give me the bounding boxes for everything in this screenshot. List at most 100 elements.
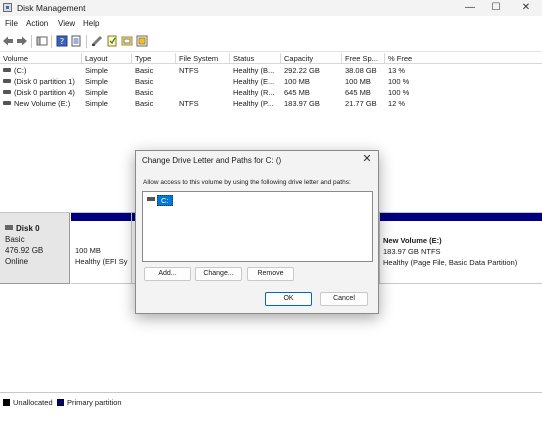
column-header-percent-free[interactable]: % Free [385,53,542,64]
free-space-cell: 645 MB [345,88,371,97]
partition-efi[interactable]: 100 MB Healthy (EFI Sy [71,213,132,284]
change-button[interactable]: Change... [195,267,242,281]
settings-icon[interactable] [136,35,148,47]
partition-bar [71,213,131,221]
legend-unallocated: Unallocated [13,398,53,407]
percent-free-cell: 100 % [388,77,410,86]
window-title: Disk Management [17,3,86,13]
toolbar-separator [31,35,32,48]
menu-view[interactable]: View [58,19,75,28]
capacity-cell: 292.22 GB [284,66,320,75]
dialog-close-button[interactable]: ✕ [360,152,374,166]
column-header-status[interactable]: Status [230,53,281,64]
partition-status: Healthy (EFI Sy [75,257,128,266]
remove-button[interactable]: Remove [247,267,294,281]
primary-partition-swatch [57,399,64,406]
disk-icon [5,225,13,230]
toolbar-separator [51,35,52,48]
disk-icon [3,101,11,105]
layout-cell: Simple [85,88,108,97]
status-cell: Healthy (P... [233,99,274,108]
connect-icon[interactable] [91,35,103,47]
percent-free-cell: 12 % [388,99,406,108]
cancel-button[interactable]: Cancel [320,292,368,306]
capacity-cell: 183.97 GB [284,99,320,108]
type-cell: Basic [135,77,154,86]
file-system-cell [176,76,230,87]
disk-icon [3,68,11,72]
percent-free-cell: 100 % [388,88,410,97]
dialog-instruction: Allow access to this volume by using the… [143,179,351,186]
disk-type: Basic [5,235,25,244]
legend: Unallocated Primary partition [0,392,542,422]
disk-info-panel[interactable]: Disk 0 Basic 476.92 GB Online [0,213,70,284]
drive-path-item[interactable]: C: [147,195,173,206]
type-cell: Basic [135,88,154,97]
svg-text:?: ? [60,37,64,46]
check-icon[interactable] [121,35,133,47]
minimize-button[interactable]: — [460,1,480,15]
volume-cell[interactable]: New Volume (E:) [0,98,82,109]
file-system-cell: NTFS [179,99,199,108]
help-icon[interactable]: ? [56,35,68,47]
legend-primary-partition: Primary partition [67,398,122,407]
maximize-button[interactable]: ☐ [486,1,506,15]
menu-help[interactable]: Help [83,19,99,28]
volume-cell[interactable]: (C:) [0,65,82,76]
rescan-icon[interactable] [106,35,118,47]
column-header-file-system[interactable]: File System [176,53,230,64]
free-space-cell: 21.77 GB [345,99,377,108]
volume-cell[interactable]: (Disk 0 partition 4) [0,87,82,98]
column-header-free-space[interactable]: Free Sp... [342,53,385,64]
free-space-cell: 38.08 GB [345,66,377,75]
column-header-type[interactable]: Type [132,53,176,64]
disk-name: Disk 0 [16,224,40,233]
menu-bar: File Action View Help [0,16,542,31]
layout-cell: Simple [85,77,108,86]
capacity-cell: 100 MB [284,77,310,86]
menu-action[interactable]: Action [26,19,48,28]
partition-size: 100 MB [75,246,101,255]
add-button[interactable]: Add... [144,267,191,281]
ok-button[interactable]: OK [265,292,312,306]
drive-path-label: C: [157,195,173,206]
toolbar-separator [86,35,87,48]
status-cell: Healthy (B... [233,66,275,75]
status-cell: Healthy (R... [233,88,275,97]
type-cell: Basic [135,99,154,108]
column-header-capacity[interactable]: Capacity [281,53,342,64]
column-header-volume[interactable]: Volume [0,53,82,64]
capacity-cell: 645 MB [284,88,310,97]
properties-icon[interactable] [70,35,82,47]
file-system-cell [176,87,230,98]
menu-file[interactable]: File [5,19,18,28]
layout-cell: Simple [85,66,108,75]
dialog-title: Change Drive Letter and Paths for C: () [142,156,282,165]
unallocated-swatch [3,399,10,406]
type-cell: Basic [135,66,154,75]
toolbar: ? [0,31,542,52]
disk-size: 476.92 GB [5,246,44,255]
drive-icon [147,197,155,201]
partition-bar [380,213,542,221]
partition-name: New Volume (E:) [383,236,442,245]
disk-management-app-icon [3,3,12,12]
disk-icon [3,90,11,94]
status-cell: Healthy (E... [233,77,275,86]
drive-path-list[interactable]: C: [142,191,373,262]
title-bar: Disk Management — ☐ ✕ [0,0,542,16]
free-space-cell: 100 MB [345,77,371,86]
layout-cell: Simple [85,99,108,108]
back-arrow-icon[interactable] [2,35,14,47]
partition-new-volume[interactable]: New Volume (E:) 183.97 GB NTFS Healthy (… [380,213,542,284]
file-system-cell: NTFS [179,66,199,75]
forward-arrow-icon[interactable] [16,35,28,47]
volume-cell[interactable]: (Disk 0 partition 1) [0,76,82,87]
column-header-layout[interactable]: Layout [82,53,132,64]
percent-free-cell: 13 % [388,66,406,75]
partition-status: Healthy (Page File, Basic Data Partition… [383,258,518,267]
close-button[interactable]: ✕ [516,1,536,15]
console-tree-icon[interactable] [36,35,48,47]
partition-size: 183.97 GB NTFS [383,247,441,256]
disk-status: Online [5,257,29,266]
